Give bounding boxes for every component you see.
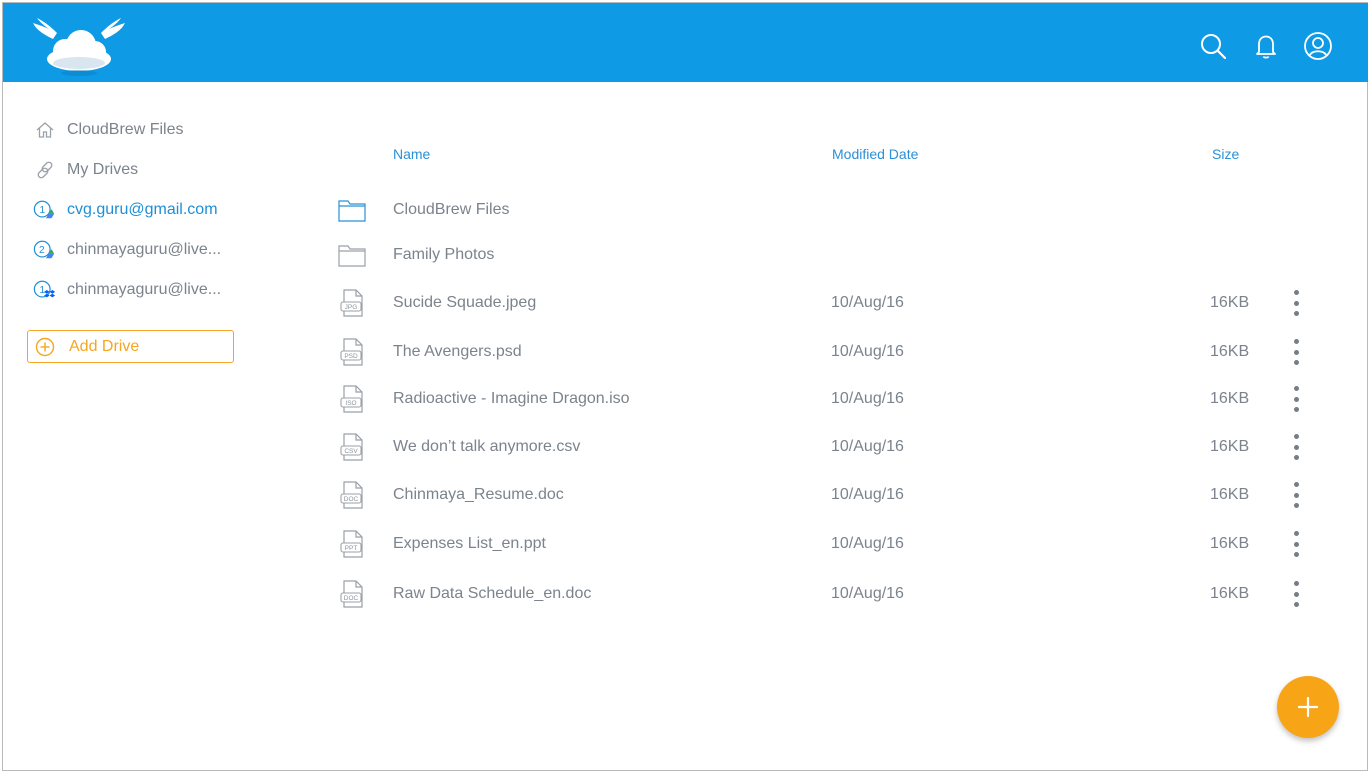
- sidebar-item-my-drives[interactable]: My Drives: [33, 157, 263, 183]
- file-modified-date: 10/Aug/16: [831, 585, 904, 602]
- more-options-icon[interactable]: [1284, 386, 1308, 412]
- more-options-icon[interactable]: [1284, 581, 1308, 607]
- bell-icon[interactable]: [1251, 31, 1281, 61]
- file-name: Radioactive - Imagine Dragon.iso: [393, 390, 630, 407]
- file-modified-date: 10/Aug/16: [831, 343, 904, 360]
- file-csv-icon: CSV: [336, 431, 368, 463]
- file-size: 16KB: [1210, 343, 1250, 360]
- file-row[interactable]: PPT Expenses List_en.ppt 10/Aug/16 16KB: [330, 526, 1330, 562]
- more-options-icon[interactable]: [1284, 531, 1308, 557]
- file-row[interactable]: DOC Chinmaya_Resume.doc 10/Aug/16 16KB: [330, 477, 1330, 513]
- top-app-bar: [3, 3, 1368, 82]
- more-options-icon[interactable]: [1284, 290, 1308, 316]
- dropbox-1-icon: 1: [33, 278, 57, 302]
- file-name: Chinmaya_Resume.doc: [393, 486, 564, 503]
- file-size: 16KB: [1210, 535, 1250, 552]
- svg-text:1: 1: [39, 205, 45, 216]
- file-doc-icon: DOC: [336, 578, 368, 610]
- file-modified-date: 10/Aug/16: [831, 294, 904, 311]
- winged-cloud-logo[interactable]: [31, 17, 127, 79]
- column-header-size[interactable]: Size: [1212, 146, 1239, 162]
- svg-text:CSV: CSV: [344, 448, 358, 455]
- file-size: 16KB: [1210, 294, 1250, 311]
- sidebar-item-label: chinmayaguru@live...: [67, 281, 222, 298]
- sidebar-item-drive-cvg-guru[interactable]: 1 cvg.guru@gmail.com: [33, 197, 263, 223]
- add-drive-label: Add Drive: [69, 337, 140, 355]
- plus-icon: [1297, 696, 1319, 718]
- file-iso-icon: ISO: [336, 383, 368, 415]
- search-icon[interactable]: [1198, 31, 1228, 61]
- file-jpg-icon: JPG: [336, 287, 368, 319]
- file-row[interactable]: CloudBrew Files: [330, 192, 1330, 228]
- svg-text:DOC: DOC: [344, 595, 359, 602]
- file-modified-date: 10/Aug/16: [831, 486, 904, 503]
- file-name: We don’t talk anymore.csv: [393, 438, 581, 455]
- sidebar-item-label: cvg.guru@gmail.com: [67, 201, 218, 218]
- sidebar-item-drive-chinmayaguru-2[interactable]: 2 chinmayaguru@live...: [33, 237, 263, 263]
- more-options-icon[interactable]: [1284, 339, 1308, 365]
- svg-text:JPG: JPG: [345, 304, 358, 311]
- file-modified-date: 10/Aug/16: [831, 535, 904, 552]
- file-modified-date: 10/Aug/16: [831, 390, 904, 407]
- file-name: Raw Data Schedule_en.doc: [393, 585, 592, 602]
- svg-text:DOC: DOC: [344, 496, 359, 503]
- folder-icon: [336, 194, 368, 226]
- column-header-name[interactable]: Name: [393, 146, 430, 162]
- file-name: Family Photos: [393, 246, 495, 263]
- svg-text:1: 1: [39, 285, 45, 296]
- file-modified-date: 10/Aug/16: [831, 438, 904, 455]
- add-fab-button[interactable]: [1277, 676, 1339, 738]
- sidebar-item-label: chinmayaguru@live...: [67, 241, 222, 258]
- svg-text:ISO: ISO: [345, 400, 356, 407]
- sidebar-item-cloudbrew-files[interactable]: CloudBrew Files: [33, 117, 263, 143]
- file-size: 16KB: [1210, 486, 1250, 503]
- google-drive-2-icon: 2: [33, 238, 57, 262]
- file-psd-icon: PSD: [336, 336, 368, 368]
- sidebar-item-dropbox-chinmayaguru[interactable]: 1 chinmayaguru@live...: [33, 277, 263, 303]
- file-row[interactable]: CSV We don’t talk anymore.csv 10/Aug/16 16K…: [330, 429, 1330, 465]
- home-icon: [33, 118, 57, 142]
- svg-text:PSD: PSD: [344, 353, 358, 360]
- sidebar-item-label: My Drives: [67, 161, 139, 178]
- file-name: Sucide Squade.jpeg: [393, 294, 537, 311]
- file-size: 16KB: [1210, 390, 1250, 407]
- svg-text:2: 2: [39, 245, 45, 256]
- file-row[interactable]: JPG Sucide Squade.jpeg 10/Aug/16 16KB: [330, 285, 1330, 321]
- google-drive-1-icon: 1: [33, 198, 57, 222]
- more-options-icon[interactable]: [1284, 482, 1308, 508]
- user-icon[interactable]: [1303, 31, 1333, 61]
- file-row[interactable]: PSD The Avengers.psd 10/Aug/16 16KB: [330, 334, 1330, 370]
- file-name: Expenses List_en.ppt: [393, 535, 546, 552]
- more-options-icon[interactable]: [1284, 434, 1308, 460]
- file-row[interactable]: ISO Radioactive - Imagine Dragon.iso 10/Au…: [330, 381, 1330, 417]
- file-name: CloudBrew Files: [393, 201, 510, 218]
- file-name: The Avengers.psd: [393, 343, 522, 360]
- folder-icon: [336, 239, 368, 271]
- file-row[interactable]: DOC Raw Data Schedule_en.doc 10/Aug/16 16KB: [330, 576, 1330, 612]
- plus-circle-icon: [35, 336, 57, 358]
- file-size: 16KB: [1210, 585, 1250, 602]
- file-ppt-icon: PPT: [336, 528, 368, 560]
- file-doc-icon: DOC: [336, 479, 368, 511]
- add-drive-button[interactable]: Add Drive: [27, 330, 234, 363]
- column-header-modified-date[interactable]: Modified Date: [832, 146, 918, 162]
- svg-text:PPT: PPT: [345, 545, 358, 552]
- file-row[interactable]: Family Photos: [330, 237, 1330, 273]
- file-size: 16KB: [1210, 438, 1250, 455]
- link-icon: [33, 158, 57, 182]
- sidebar-item-label: CloudBrew Files: [67, 121, 184, 138]
